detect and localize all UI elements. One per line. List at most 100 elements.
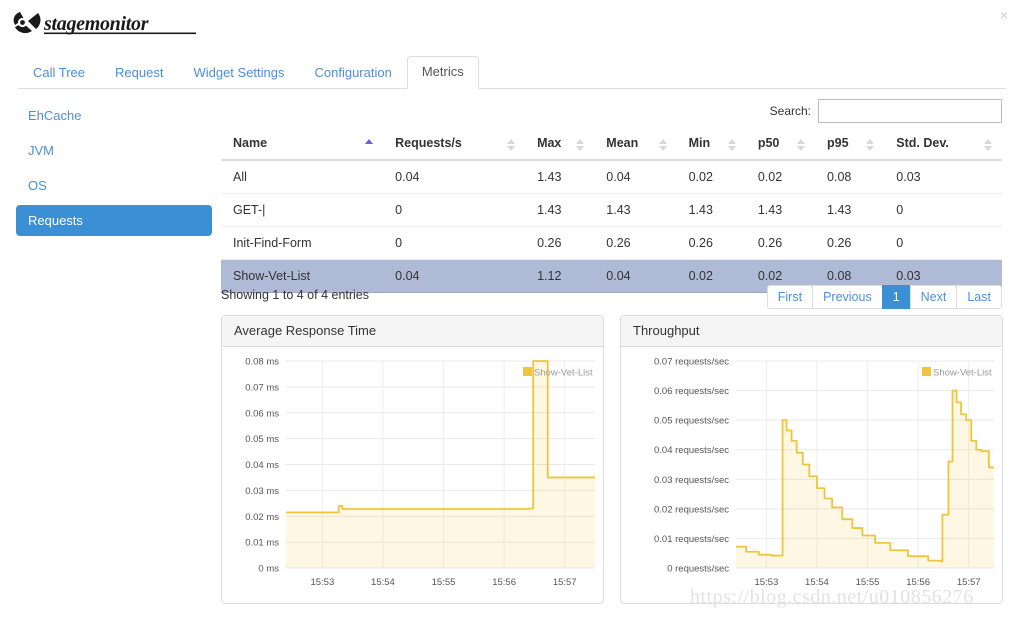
throughput-chart: 0.07 requests/sec 0.06 requests/sec 0.05 r… [654, 357, 994, 588]
y-axis-tick-label: 0.04 requests/sec [654, 445, 729, 456]
tab-widget-settings[interactable]: Widget Settings [178, 57, 299, 89]
sidebar: EhCache JVM OS Requests [16, 100, 212, 240]
y-axis-tick-label: 0.07 ms [245, 382, 279, 393]
y-axis-tick-label: 0.01 requests/sec [654, 534, 729, 545]
sidebar-item-ehcache[interactable]: EhCache [16, 100, 212, 131]
tab-underline [18, 88, 1006, 89]
panel-title: Throughput [621, 316, 1002, 347]
row-value-cell: 0.02 [676, 160, 746, 194]
tab-metrics[interactable]: Metrics [406, 56, 479, 89]
row-value-cell: 0 [884, 193, 1002, 227]
y-axis-tick-label: 0.05 requests/sec [654, 416, 729, 427]
y-axis-tick-label: 0.02 requests/sec [654, 504, 729, 515]
row-value-cell: 0 [383, 193, 526, 227]
sidebar-item-requests[interactable]: Requests [16, 205, 212, 236]
column-header-label: Mean [606, 136, 639, 150]
row-value-cell: 1.43 [525, 160, 595, 194]
x-axis-tick-label: 15:53 [310, 577, 334, 588]
tab-call-tree[interactable]: Call Tree [18, 57, 100, 89]
row-value-cell: 0 [383, 226, 526, 260]
pagination-1[interactable]: 1 [881, 285, 911, 309]
metrics-table-body: All 0.04 1.43 0.04 0.02 0.02 0.08 0.03 GET-| 0 1.4… [221, 160, 1002, 293]
metrics-table: Name Requests/s Max Mean Min p50 p95 Std. Dev. … [221, 130, 1002, 293]
row-value-cell: 0.26 [594, 226, 677, 260]
y-axis-tick-label: 0.03 requests/sec [654, 475, 729, 486]
column-header-mean[interactable]: Mean [594, 130, 677, 161]
table-row[interactable]: GET-| 0 1.43 1.43 1.43 1.43 1.43 0 [221, 193, 1002, 227]
row-value-cell: 0.26 [745, 226, 816, 260]
table-row[interactable]: All 0.04 1.43 0.04 0.02 0.02 0.08 0.03 [221, 160, 1002, 194]
x-axis-tick-label: 15:57 [553, 577, 577, 588]
column-header-min[interactable]: Min [676, 130, 746, 161]
search-label: Search: [769, 104, 811, 118]
table-footer: Showing 1 to 4 of 4 entries First Previou… [221, 285, 1002, 309]
watermark-text: https://blog.csdn.net/u010856276 [690, 586, 974, 608]
column-header-std-dev[interactable]: Std. Dev. [884, 130, 1002, 161]
column-header-p50[interactable]: p50 [745, 130, 816, 161]
row-value-cell: 0.26 [676, 226, 746, 260]
sort-toggle-icon [727, 138, 737, 151]
y-axis-tick-label: 0.05 ms [245, 434, 279, 445]
chart-area-throughput: 0.07 requests/sec 0.06 requests/sec 0.05 r… [621, 347, 1002, 604]
table-row[interactable]: Init-Find-Form 0 0.26 0.26 0.26 0.26 0.26 0 [221, 226, 1002, 260]
average-response-time-panel: Average Response Time 0.08 ms 0.07 ms 0.06… [221, 315, 604, 604]
row-value-cell: 0.08 [815, 160, 885, 194]
tab-request[interactable]: Request [100, 57, 178, 89]
column-header-label: Name [233, 136, 268, 150]
column-header-label: Std. Dev. [896, 136, 949, 150]
y-axis-tick-label: 0.04 ms [245, 460, 279, 471]
tab-configuration[interactable]: Configuration [300, 57, 407, 89]
sidebar-item-os[interactable]: OS [16, 170, 212, 201]
close-icon[interactable]: × [996, 7, 1012, 23]
sort-toggle-icon [797, 138, 806, 151]
column-header-label: p50 [757, 136, 780, 150]
pagination-last[interactable]: Last [956, 285, 1002, 309]
y-axis-tick-label: 0.02 ms [245, 512, 279, 523]
sort-toggle-icon [658, 138, 668, 151]
row-value-cell: 1.43 [594, 193, 677, 227]
row-value-cell: 0 [884, 226, 1002, 260]
row-value-cell: 0.26 [525, 226, 595, 260]
column-header-label: Requests/s [395, 136, 462, 150]
row-value-cell: 0.02 [745, 160, 816, 194]
y-axis-tick-label: 0.07 requests/sec [654, 357, 729, 368]
row-value-cell: 0.04 [594, 160, 677, 194]
column-header-label: p95 [827, 136, 849, 150]
search-input[interactable] [818, 99, 1002, 123]
row-name-cell: GET-| [221, 193, 384, 227]
legend-label: Show-Vet-List [933, 368, 992, 379]
pagination-previous[interactable]: Previous [812, 285, 883, 309]
column-header-p95[interactable]: p95 [815, 130, 885, 161]
row-value-cell: 0.04 [383, 160, 526, 194]
app-header: stagemonitor × [0, 0, 1024, 52]
legend-swatch [922, 367, 931, 376]
tab-list: Call Tree Request Widget Settings Configura… [18, 54, 479, 89]
row-value-cell: 0.03 [884, 160, 1002, 194]
row-value-cell: 1.43 [676, 193, 746, 227]
legend-swatch [523, 367, 532, 376]
y-axis-tick-label: 0.06 ms [245, 408, 279, 419]
x-axis-tick-label: 15:55 [432, 577, 456, 588]
column-header-name[interactable]: Name [221, 130, 384, 161]
y-axis-tick-label: 0 requests/sec [667, 564, 729, 575]
throughput-panel: Throughput 0.07 requests/sec 0.06 request… [620, 315, 1003, 604]
y-axis-tick-label: 0.08 ms [245, 357, 279, 368]
pagination: First Previous 1 Next Last [766, 285, 1002, 309]
table-header-row: Name Requests/s Max Mean Min p50 p95 Std. Dev. [221, 130, 1002, 161]
svg-text:stagemonitor: stagemonitor [43, 13, 149, 35]
y-axis-tick-label: 0.06 requests/sec [654, 386, 729, 397]
row-name-cell: Init-Find-Form [221, 226, 384, 260]
column-header-max[interactable]: Max [525, 130, 595, 161]
sort-toggle-icon [866, 138, 875, 151]
y-axis-tick-label: 0 ms [258, 564, 279, 575]
pagination-next[interactable]: Next [909, 285, 958, 309]
stagemonitor-logo: stagemonitor [12, 9, 202, 37]
y-axis-tick-label: 0.01 ms [245, 538, 279, 549]
pagination-first[interactable]: First [766, 285, 814, 309]
chart-area-response-time: 0.08 ms 0.07 ms 0.06 ms 0.05 ms 0.04 ms 0.03 … [222, 347, 603, 604]
legend-label: Show-Vet-List [534, 368, 593, 379]
x-axis-tick-label: 15:56 [492, 577, 516, 588]
row-value-cell: 1.43 [525, 193, 595, 227]
column-header-requests-s[interactable]: Requests/s [383, 130, 526, 161]
sidebar-item-jvm[interactable]: JVM [16, 135, 212, 166]
